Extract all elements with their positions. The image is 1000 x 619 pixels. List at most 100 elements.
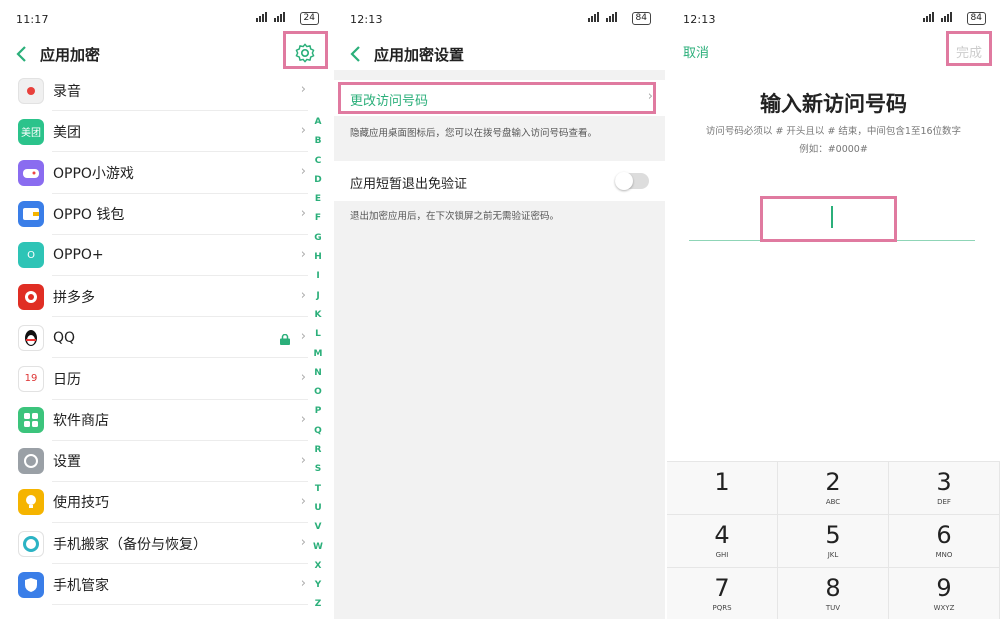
chevron-right-icon: › <box>300 205 306 221</box>
signal-icon <box>587 12 628 25</box>
lock-icon <box>280 330 290 346</box>
alphabet-letter[interactable]: X <box>315 557 322 576</box>
keypad-key[interactable]: 7 PQRS <box>667 568 778 619</box>
app-name: 软件商店 <box>53 413 109 430</box>
status-time: 12:13 <box>683 13 716 26</box>
app-list-item[interactable]: 拼多多 › <box>0 276 308 318</box>
key-letters: PQRS <box>712 604 732 612</box>
alphabet-letter[interactable]: M <box>314 345 323 364</box>
key-letters: ABC <box>825 498 841 506</box>
status-time: 11:17 <box>16 13 49 26</box>
app-list-item[interactable]: 手机管家 › <box>0 564 308 606</box>
chevron-right-icon: › <box>300 452 306 468</box>
app-list-item[interactable]: 手机搬家（备份与恢复） › <box>0 523 308 565</box>
app-list-item[interactable]: 美团 美团 › <box>0 111 308 153</box>
key-digit: 2 <box>825 468 841 496</box>
wallet-icon <box>18 201 44 228</box>
keypad-key[interactable]: 2 ABC <box>778 462 889 515</box>
alphabet-letter[interactable]: C <box>315 152 322 171</box>
done-highlight-box <box>946 31 992 66</box>
chevron-right-icon: › <box>300 329 306 345</box>
quick-exit-row[interactable]: 应用短暂退出免验证 <box>334 161 665 201</box>
page-title: 输入新访问号码 <box>760 92 907 116</box>
alphabet-letter[interactable]: Z <box>315 595 322 614</box>
alphabet-letter[interactable]: O <box>314 383 322 402</box>
alphabet-letter[interactable]: D <box>314 171 321 190</box>
quick-exit-label: 应用短暂退出免验证 <box>350 177 468 192</box>
page-title: 应用加密设置 <box>374 46 465 64</box>
app-list-item[interactable]: O OPPO+ › <box>0 235 308 277</box>
app-list: 录音 › 美团 美团 › OPPO小游戏 › OPPO 钱包 › O OPPO+ › 拼多多 › QQ › 19… <box>0 70 308 606</box>
alphabet-letter[interactable]: J <box>316 287 319 306</box>
app-list-item[interactable]: 设置 › <box>0 441 308 483</box>
chevron-right-icon: › <box>300 370 306 386</box>
app-name: 日历 <box>53 371 81 388</box>
keypad-key[interactable]: 4 GHI <box>667 515 778 568</box>
key-digit: 9 <box>936 574 952 602</box>
alphabet-letter[interactable]: A <box>315 113 322 132</box>
app-name: 录音 <box>53 83 81 100</box>
alphabet-letter[interactable]: R <box>315 441 322 460</box>
alphabet-letter[interactable]: T <box>315 480 321 499</box>
alphabet-letter[interactable]: K <box>315 306 322 325</box>
app-name: 手机搬家（备份与恢复） <box>53 536 207 553</box>
oppo-plus-icon: O <box>18 242 44 269</box>
keypad-key[interactable]: 1 <box>667 462 778 515</box>
keypad-key[interactable]: 5 JKL <box>778 515 889 568</box>
new-access-code-screen: 12:13 84 取消 完成 输入新访问号码 访问号码必须以 # 开头且以 # … <box>667 0 1000 619</box>
alphabet-letter[interactable]: P <box>315 402 322 421</box>
calendar-icon: 19 <box>18 365 44 392</box>
app-list-item[interactable]: 录音 › <box>0 70 308 112</box>
key-letters: DEF <box>937 498 951 506</box>
battery-icon: 24 <box>299 12 319 25</box>
app-list-item[interactable]: 使用技巧 › <box>0 482 308 524</box>
key-letters: MNO <box>935 551 953 559</box>
change-code-hint: 隐藏应用桌面图标后，您可以在拨号盘输入访问号码查看。 <box>350 128 598 139</box>
alphabet-letter[interactable]: G <box>314 229 321 248</box>
keypad-key[interactable]: 8 TUV <box>778 568 889 619</box>
cancel-button[interactable]: 取消 <box>683 42 709 61</box>
chevron-right-icon: › <box>300 82 306 97</box>
alphabet-letter[interactable]: N <box>314 364 322 383</box>
phone-manager-icon <box>18 571 44 598</box>
keypad-key[interactable]: 3 DEF <box>889 462 1000 515</box>
app-name: 拼多多 <box>53 289 95 306</box>
alphabet-letter[interactable]: W <box>313 538 323 557</box>
alphabet-letter[interactable]: H <box>314 248 322 267</box>
alphabet-letter[interactable]: I <box>316 267 319 286</box>
back-arrow-icon[interactable] <box>14 42 30 66</box>
key-digit: 4 <box>714 521 730 549</box>
alphabet-letter[interactable]: Y <box>315 576 322 595</box>
back-arrow-icon[interactable] <box>348 42 364 66</box>
app-list-item[interactable]: 19 日历 › <box>0 358 308 400</box>
alphabet-letter[interactable]: B <box>315 132 322 151</box>
app-name: 手机管家 <box>53 577 109 594</box>
battery-icon: 84 <box>631 12 651 25</box>
alphabet-letter[interactable]: V <box>315 518 322 537</box>
alphabet-letter[interactable]: F <box>315 209 321 228</box>
app-name: OPPO小游戏 <box>53 165 134 182</box>
record-icon <box>18 77 44 104</box>
alphabet-letter[interactable]: S <box>315 460 321 479</box>
chevron-right-icon: › <box>300 576 306 592</box>
alphabet-letter[interactable]: Q <box>314 422 322 441</box>
quick-exit-hint: 退出加密应用后，在下次锁屏之前无需验证密码。 <box>350 211 560 222</box>
keypad-key[interactable]: 6 MNO <box>889 515 1000 568</box>
battery-icon: 84 <box>966 12 986 25</box>
status-icons: 24 <box>255 12 319 25</box>
chevron-right-icon: › <box>300 287 306 303</box>
keypad-key[interactable]: 9 WXYZ <box>889 568 1000 619</box>
quick-exit-toggle[interactable] <box>615 172 649 190</box>
alphabet-index[interactable]: ABCDEFGHIJKLMNOPQRSTUVWXYZ <box>311 113 325 615</box>
phone-clone-icon <box>18 530 44 557</box>
app-list-item[interactable]: QQ › <box>0 317 308 359</box>
key-digit: 5 <box>825 521 841 549</box>
meituan-icon: 美团 <box>18 118 44 145</box>
alphabet-letter[interactable]: E <box>315 190 321 209</box>
app-list-item[interactable]: OPPO小游戏 › <box>0 152 308 194</box>
alphabet-letter[interactable]: L <box>315 325 321 344</box>
app-list-item[interactable]: 软件商店 › <box>0 400 308 441</box>
chevron-right-icon: › <box>300 246 306 262</box>
app-list-item[interactable]: OPPO 钱包 › <box>0 194 308 235</box>
alphabet-letter[interactable]: U <box>314 499 321 518</box>
